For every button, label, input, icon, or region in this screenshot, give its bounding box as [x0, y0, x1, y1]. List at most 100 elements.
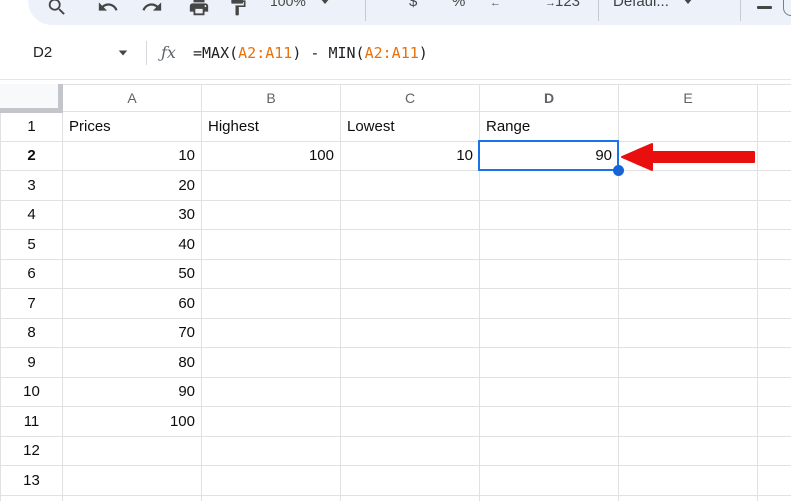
cell-F12[interactable] [757, 435, 791, 466]
percent-format-button[interactable]: % [452, 0, 465, 12]
cell-B14[interactable] [201, 494, 341, 501]
cell-E13[interactable] [618, 465, 758, 496]
cell-E10[interactable] [618, 376, 758, 407]
row-header-6[interactable]: 6 [0, 258, 63, 289]
cell-F6[interactable] [757, 258, 791, 289]
cell-F2[interactable] [757, 140, 791, 171]
cell-D13[interactable] [479, 465, 619, 496]
cell-B5[interactable] [201, 229, 341, 260]
cell-D4[interactable] [479, 199, 619, 230]
font-size-field[interactable] [783, 0, 791, 16]
cell-C12[interactable] [340, 435, 480, 466]
cell-B3[interactable] [201, 170, 341, 201]
row-header-9[interactable]: 9 [0, 347, 63, 378]
col-header-B[interactable]: B [201, 84, 341, 112]
decrease-font-size-button[interactable] [757, 6, 772, 9]
col-header-C[interactable]: C [340, 84, 480, 112]
name-box[interactable]: D2 [33, 25, 52, 80]
cell-E12[interactable] [618, 435, 758, 466]
col-header-E[interactable]: E [618, 84, 758, 112]
row-header-7[interactable]: 7 [0, 288, 63, 319]
cell-A13[interactable] [62, 465, 202, 496]
cell-C7[interactable] [340, 288, 480, 319]
cell-A12[interactable] [62, 435, 202, 466]
cell-E6[interactable] [618, 258, 758, 289]
cell-B13[interactable] [201, 465, 341, 496]
cell-C11[interactable] [340, 406, 480, 437]
chevron-down-icon[interactable] [118, 50, 128, 56]
cell-A1[interactable]: Prices [62, 111, 202, 142]
cell-C1[interactable]: Lowest [340, 111, 480, 142]
zoom-select[interactable]: 100% [270, 0, 330, 12]
row-header-5[interactable]: 5 [0, 229, 63, 260]
cell-C3[interactable] [340, 170, 480, 201]
row-header-13[interactable]: 13 [0, 465, 63, 496]
cell-D6[interactable] [479, 258, 619, 289]
cell-E3[interactable] [618, 170, 758, 201]
search-icon[interactable] [46, 0, 68, 18]
cell-D1[interactable]: Range [479, 111, 619, 142]
redo-icon[interactable] [141, 0, 163, 18]
cell-C5[interactable] [340, 229, 480, 260]
col-header-D[interactable]: D [479, 84, 619, 112]
cell-F1[interactable] [757, 111, 791, 142]
cell-C10[interactable] [340, 376, 480, 407]
cell-D8[interactable] [479, 317, 619, 348]
cell-B11[interactable] [201, 406, 341, 437]
col-header-F[interactable] [757, 84, 791, 112]
col-header-A[interactable]: A [62, 84, 202, 112]
cell-F5[interactable] [757, 229, 791, 260]
cell-D14[interactable] [479, 494, 619, 501]
cell-B7[interactable] [201, 288, 341, 319]
cell-A11[interactable]: 100 [62, 406, 202, 437]
cell-F8[interactable] [757, 317, 791, 348]
cell-D7[interactable] [479, 288, 619, 319]
cell-F13[interactable] [757, 465, 791, 496]
cell-C13[interactable] [340, 465, 480, 496]
cell-C14[interactable] [340, 494, 480, 501]
cell-F4[interactable] [757, 199, 791, 230]
cell-D3[interactable] [479, 170, 619, 201]
cell-A6[interactable]: 50 [62, 258, 202, 289]
cell-B2[interactable]: 100 [201, 140, 341, 171]
row-header-10[interactable]: 10 [0, 376, 63, 407]
currency-format-button[interactable]: $ [409, 0, 417, 12]
row-header-2[interactable]: 2 [0, 140, 63, 171]
cell-A10[interactable]: 90 [62, 376, 202, 407]
formula-input[interactable]: =MAX(A2:A11) - MIN(A2:A11) [193, 25, 428, 80]
cell-E8[interactable] [618, 317, 758, 348]
cell-C6[interactable] [340, 258, 480, 289]
row-header-12[interactable]: 12 [0, 435, 63, 466]
cell-A9[interactable]: 80 [62, 347, 202, 378]
cell-A2[interactable]: 10 [62, 140, 202, 171]
cell-E9[interactable] [618, 347, 758, 378]
cell-E5[interactable] [618, 229, 758, 260]
cell-B9[interactable] [201, 347, 341, 378]
cell-B4[interactable] [201, 199, 341, 230]
row-header-8[interactable]: 8 [0, 317, 63, 348]
cell-E11[interactable] [618, 406, 758, 437]
cell-A3[interactable]: 20 [62, 170, 202, 201]
cell-D11[interactable] [479, 406, 619, 437]
cell-F10[interactable] [757, 376, 791, 407]
cell-B6[interactable] [201, 258, 341, 289]
cell-A7[interactable]: 60 [62, 288, 202, 319]
cell-F3[interactable] [757, 170, 791, 201]
cell-D5[interactable] [479, 229, 619, 260]
row-header-3[interactable]: 3 [0, 170, 63, 201]
increase-decimal-button[interactable]: .00 → [533, 0, 556, 9]
cell-D2-selected[interactable]: 90 [479, 140, 619, 171]
more-formats-button[interactable]: 123 [555, 0, 580, 12]
cell-F9[interactable] [757, 347, 791, 378]
row-header-4[interactable]: 4 [0, 199, 63, 230]
row-header-11[interactable]: 11 [0, 406, 63, 437]
cell-C2[interactable]: 10 [340, 140, 480, 171]
cell-E1[interactable] [618, 111, 758, 142]
print-icon[interactable] [188, 0, 210, 18]
cell-C9[interactable] [340, 347, 480, 378]
cell-D10[interactable] [479, 376, 619, 407]
cell-F14[interactable] [757, 494, 791, 501]
cell-B1[interactable]: Highest [201, 111, 341, 142]
cell-A14[interactable] [62, 494, 202, 501]
cell-E4[interactable] [618, 199, 758, 230]
